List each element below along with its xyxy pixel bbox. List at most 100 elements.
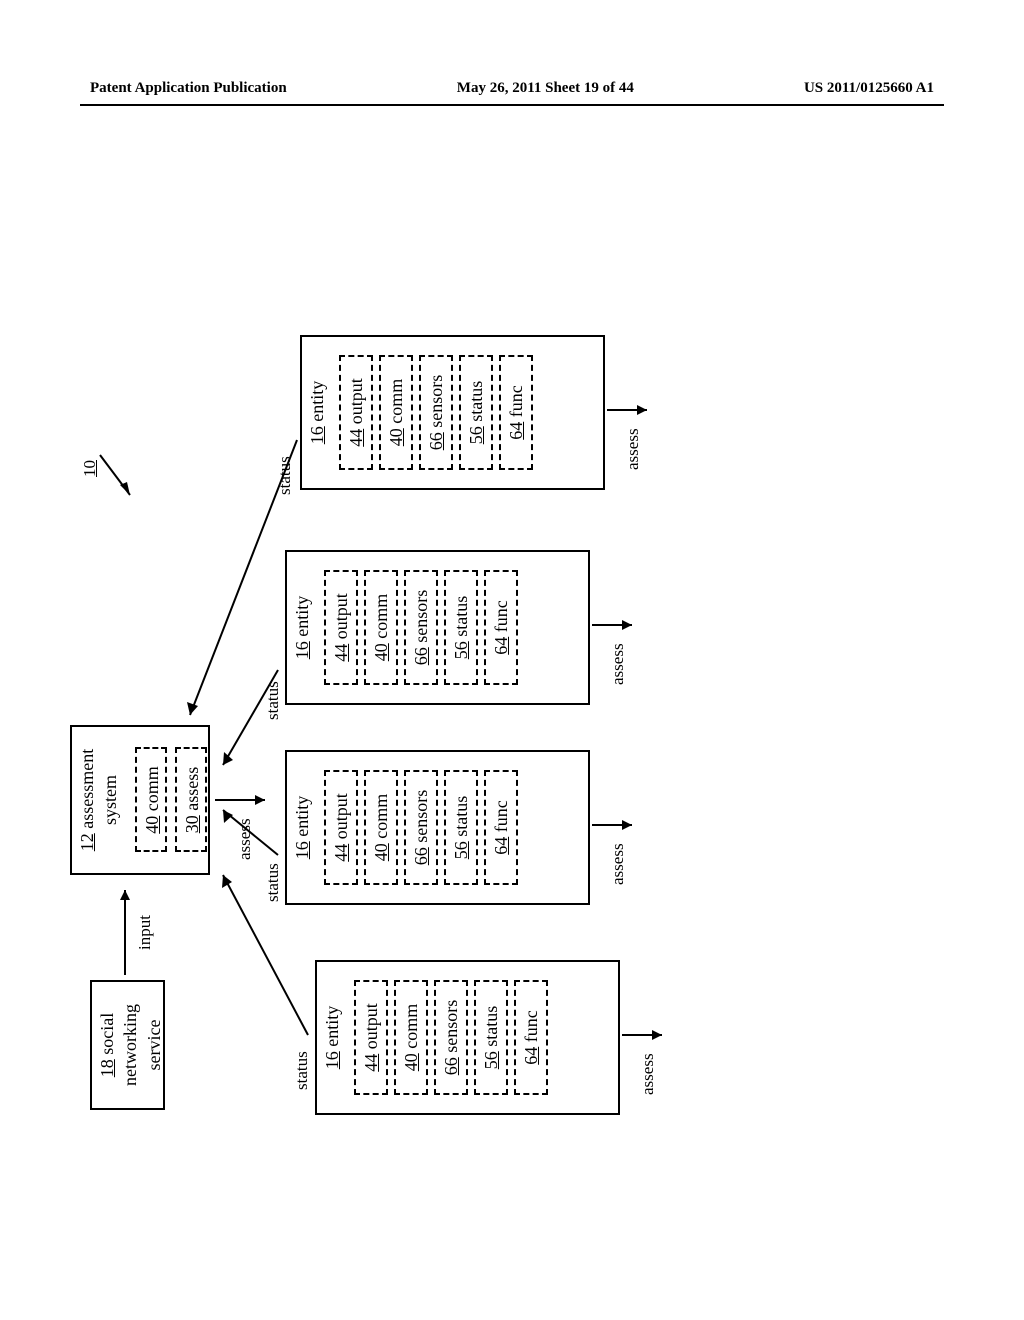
assess-sub2: 30 assess — [175, 748, 207, 853]
e4-s5: 64 func — [499, 355, 533, 470]
e4-s4: 56 status — [459, 355, 493, 470]
status-arrow-2 — [218, 805, 288, 865]
entity-box-3: 16 entity 44 output 40 comm 66 sensors 5… — [285, 550, 590, 705]
e4-s2: 40 comm — [379, 355, 413, 470]
figure-label: FIG. 16 — [0, 200, 3, 266]
e3s3n: 66 — [411, 647, 431, 665]
e3-s2: 40 comm — [364, 570, 398, 685]
assess-label-2: assess — [608, 843, 628, 885]
e3s5t: func — [491, 600, 511, 632]
e2s5n: 64 — [491, 837, 511, 855]
e2s3n: 66 — [411, 847, 431, 865]
e4s2t: comm — [386, 379, 406, 424]
e1-s4: 56 status — [474, 980, 508, 1095]
assess-sub1-num: 40 — [142, 816, 162, 834]
e2-s1: 44 output — [324, 770, 358, 885]
e1s5t: func — [521, 1010, 541, 1042]
e4-num: 16 — [307, 426, 327, 444]
e4s4n: 56 — [466, 426, 486, 444]
assess-text: assessment system — [77, 749, 120, 829]
assess-sub2-num: 30 — [182, 815, 202, 833]
e4s3t: sensors — [426, 375, 446, 428]
assess-label-4: assess — [623, 428, 643, 470]
e4-s3: 66 sensors — [419, 355, 453, 470]
e1s2n: 40 — [401, 1053, 421, 1071]
e2-text: entity — [292, 796, 312, 837]
e3-s1: 44 output — [324, 570, 358, 685]
e4s5t: func — [506, 385, 526, 417]
e1-text: entity — [322, 1006, 342, 1047]
e3-s3: 66 sensors — [404, 570, 438, 685]
e1s2t: comm — [401, 1004, 421, 1049]
diagram-container: FIG. 16 10 18 social networking service … — [20, 260, 980, 1020]
e3s2t: comm — [371, 594, 391, 639]
e3s4n: 56 — [451, 641, 471, 659]
e4-text: entity — [307, 381, 327, 422]
e1s4n: 56 — [481, 1051, 501, 1069]
e2-s5: 64 func — [484, 770, 518, 885]
e2s5t: func — [491, 800, 511, 832]
e2s2t: comm — [371, 794, 391, 839]
e4s5n: 64 — [506, 422, 526, 440]
header-left: Patent Application Publication — [90, 80, 287, 97]
e4s1n: 44 — [346, 429, 366, 447]
assess-sub1-text: comm — [142, 766, 162, 811]
e1s5n: 64 — [521, 1047, 541, 1065]
input-arrow — [115, 880, 135, 975]
e2-s4: 56 status — [444, 770, 478, 885]
e2s1t: output — [331, 793, 351, 839]
e3s2n: 40 — [371, 643, 391, 661]
assess-sub1: 40 comm — [135, 748, 167, 853]
e3s4t: status — [451, 596, 471, 637]
e2-s3: 66 sensors — [404, 770, 438, 885]
e3-s4: 56 status — [444, 570, 478, 685]
e3-s5: 64 func — [484, 570, 518, 685]
e1-s2: 40 comm — [394, 980, 428, 1095]
assess-sub2-text: assess — [182, 767, 202, 811]
e1s4t: status — [481, 1006, 501, 1047]
header-center: May 26, 2011 Sheet 19 of 44 — [457, 80, 634, 97]
entity-box-4: 16 entity 44 output 40 comm 66 sensors 5… — [300, 335, 605, 490]
assess-arrow-3 — [592, 615, 642, 635]
assess-num: 12 — [77, 833, 97, 851]
e2s1n: 44 — [331, 844, 351, 862]
e1s3t: sensors — [441, 1000, 461, 1053]
e1s1t: output — [361, 1003, 381, 1049]
status-label-4: status — [275, 456, 295, 495]
social-num: 18 — [97, 1059, 117, 1077]
e2s3t: sensors — [411, 790, 431, 843]
e2s4n: 56 — [451, 841, 471, 859]
e4s1t: output — [346, 378, 366, 424]
header-divider — [80, 104, 944, 106]
e1-s1: 44 output — [354, 980, 388, 1095]
input-label: input — [135, 915, 155, 950]
header-right: US 2011/0125660 A1 — [804, 80, 934, 97]
e2-s2: 40 comm — [364, 770, 398, 885]
e3s3t: sensors — [411, 590, 431, 643]
assess-arrow-1 — [622, 1025, 672, 1045]
e1s3n: 66 — [441, 1057, 461, 1075]
e1s1n: 44 — [361, 1054, 381, 1072]
assess-label-1: assess — [638, 1053, 658, 1095]
e1-s3: 66 sensors — [434, 980, 468, 1095]
e4s4t: status — [466, 381, 486, 422]
e4s2n: 40 — [386, 428, 406, 446]
assessment-box: 12 assessment system 40 comm 30 assess — [70, 725, 210, 875]
e3s1n: 44 — [331, 644, 351, 662]
e4s3n: 66 — [426, 432, 446, 450]
e1-num: 16 — [322, 1051, 342, 1069]
e3s5n: 64 — [491, 637, 511, 655]
e3s1t: output — [331, 593, 351, 639]
e1-s5: 64 func — [514, 980, 548, 1095]
assess-label-3: assess — [608, 643, 628, 685]
status-label-1: status — [292, 1051, 312, 1090]
entity-box-2: 16 entity 44 output 40 comm 66 sensors 5… — [285, 750, 590, 905]
ref-arrow — [95, 440, 135, 500]
e2s4t: status — [451, 796, 471, 837]
e4-s1: 44 output — [339, 355, 373, 470]
social-box: 18 social networking service — [90, 980, 165, 1110]
e2-num: 16 — [292, 841, 312, 859]
assess-arrow-4 — [607, 400, 657, 420]
entity-box-1: 16 entity 44 output 40 comm 66 sensors 5… — [315, 960, 620, 1115]
assess-arrow-2 — [592, 815, 642, 835]
